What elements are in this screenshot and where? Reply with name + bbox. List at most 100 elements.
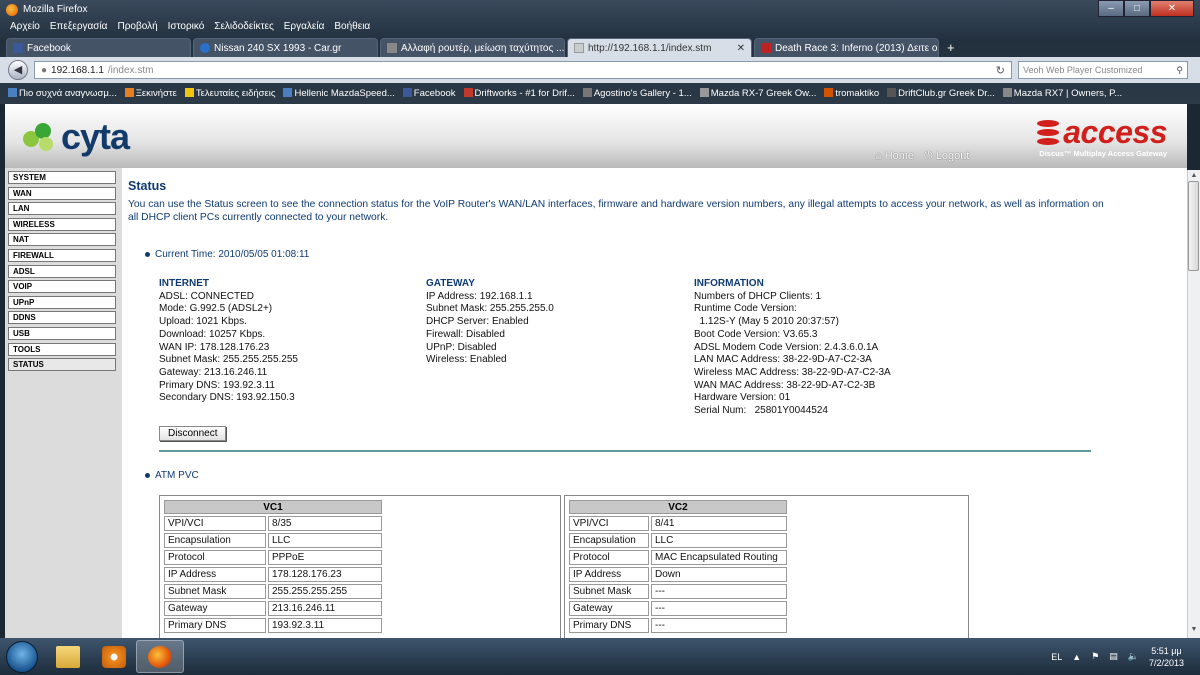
sidebar-item-wireless[interactable]: WIRELESS: [8, 217, 116, 231]
network-icon[interactable]: ▤: [1109, 651, 1118, 662]
info-line: Secondary DNS: 193.92.150.3: [159, 392, 295, 404]
table-row: VPI/VCI 8/41: [569, 516, 787, 531]
tab-router-forum[interactable]: Αλλαφή ρουτέρ, μείωση ταχύτητος ...: [380, 38, 565, 57]
show-hidden-icons-icon[interactable]: ▲: [1072, 652, 1081, 662]
bookmark-item[interactable]: Mazda RX7 | Owners, P...: [1002, 88, 1122, 99]
sidebar-item-ddns[interactable]: DDNS: [8, 311, 116, 325]
current-time-text: Current Time: 2010/05/05 01:08:11: [155, 249, 310, 260]
section-divider: [159, 450, 1091, 452]
search-input[interactable]: Veoh Web Player Customized ⚲: [1018, 61, 1188, 79]
bookmark-item[interactable]: Τελευταίες ειδήσεις: [184, 88, 275, 99]
tab-facebook[interactable]: Facebook: [6, 38, 191, 57]
menu-edit[interactable]: Επεξεργασία: [50, 21, 108, 35]
page-icon: [574, 43, 584, 53]
bookmark-item[interactable]: Mazda RX-7 Greek Ow...: [699, 88, 816, 99]
close-button[interactable]: ✕: [1150, 0, 1194, 17]
back-button[interactable]: ◀: [8, 60, 28, 80]
sidebar-item-lan[interactable]: LAN: [8, 202, 116, 216]
bookmark-item[interactable]: Agostino's Gallery - 1...: [582, 88, 692, 99]
table-row: VPI/VCI 8/35: [164, 516, 382, 531]
folder-icon: [56, 645, 80, 668]
table-row: Gateway ---: [569, 601, 787, 616]
taskbar-media-player[interactable]: [90, 640, 138, 673]
firefox-icon: [6, 3, 18, 16]
window-title: Mozilla Firefox: [23, 4, 88, 15]
info-line: Wireless MAC Address: 38-22-9D-A7-C2-3A: [694, 366, 891, 378]
bookmark-item[interactable]: Hellenic MazdaSpeed...: [283, 88, 395, 99]
menu-history[interactable]: Ιστορικό: [168, 21, 205, 35]
tab-router-status[interactable]: http://192.168.1.1/index.stm ✕: [567, 38, 752, 57]
bookmark-item[interactable]: DriftClub.gr Greek Dr...: [887, 88, 995, 99]
info-line: Wireless: Enabled: [426, 354, 507, 366]
facebook-icon: [13, 43, 23, 53]
access-brand: access: [1063, 114, 1167, 150]
page-title: Status: [128, 179, 167, 193]
info-line: ADSL Modem Code Version: 2.4.3.6.0.1A: [694, 341, 879, 353]
tab-death-race[interactable]: Death Race 3: Inferno (2013) Δειτε onl..…: [754, 38, 939, 57]
table-row: Subnet Mask ---: [569, 584, 787, 599]
info-line: Download: 10257 Kbps.: [159, 328, 266, 340]
table-row: Protocol MAC Encapsulated Routing: [569, 550, 787, 565]
sidebar-item-status[interactable]: STATUS: [8, 358, 116, 372]
globe-icon: ●: [41, 64, 48, 76]
info-line: WAN IP: 178.128.176.23: [159, 341, 270, 353]
vc1-title: VC1: [164, 500, 382, 514]
sidebar-item-nat[interactable]: NAT: [8, 233, 116, 247]
scrollbar-thumb[interactable]: [1188, 181, 1199, 271]
information-section: INFORMATION Numbers of DHCP Clients: 1 R…: [694, 278, 891, 418]
maximize-button[interactable]: □: [1124, 0, 1150, 17]
bookmark-item[interactable]: Driftworks - #1 for Drif...: [463, 88, 575, 99]
tab-label: Αλλαφή ρουτέρ, μείωση ταχύτητος ...: [401, 42, 565, 54]
bookmark-item[interactable]: Facebook: [402, 88, 456, 99]
sidebar-item-upnp[interactable]: UPnP: [8, 295, 116, 309]
menu-tools[interactable]: Εργαλεία: [284, 21, 325, 35]
current-time: Current Time: 2010/05/05 01:08:11: [145, 249, 309, 260]
sidebar-item-tools[interactable]: TOOLS: [8, 342, 116, 356]
sidebar-item-adsl[interactable]: ADSL: [8, 264, 116, 278]
bookmark-item[interactable]: tromaktiko: [824, 88, 879, 99]
access-subtitle: Discus™ Multiplay Access Gateway: [1039, 149, 1167, 158]
menu-bookmarks[interactable]: Σελιδοδείκτες: [214, 21, 273, 35]
taskbar-explorer[interactable]: [44, 640, 92, 673]
sidebar-item-wan[interactable]: WAN: [8, 186, 116, 200]
bookmark-item[interactable]: Πιο συχνά αναγνωσμ...: [8, 88, 117, 99]
page-viewport: cyta ⌂ Home ⏻ Logout access Discus™ Mult…: [5, 104, 1187, 638]
sidebar-item-firewall[interactable]: FIREWALL: [8, 248, 116, 262]
taskbar: EL ▲ ⚑ ▤ 🔈 5:51 μμ 7/2/2013: [0, 638, 1200, 675]
logout-link[interactable]: ⏻ Logout: [924, 150, 969, 163]
tab-label: Facebook: [27, 42, 71, 54]
info-line: Runtime Code Version:: [694, 303, 797, 315]
scroll-down-icon[interactable]: ▼: [1189, 626, 1199, 636]
disconnect-button[interactable]: Disconnect: [159, 426, 227, 441]
info-line: 1.12S-Y (May 5 2010 20:37:57): [694, 316, 839, 328]
home-link[interactable]: ⌂ Home: [875, 150, 914, 163]
flag-icon[interactable]: ⚑: [1091, 651, 1099, 662]
address-bar[interactable]: ● 192.168.1.1/index.stm ↻: [34, 61, 1012, 79]
sidebar-item-usb[interactable]: USB: [8, 326, 116, 340]
menu-help[interactable]: Βοήθεια: [334, 21, 370, 35]
search-icon[interactable]: ⚲: [1176, 65, 1183, 76]
tab-car-gr[interactable]: Nissan 240 SX 1993 - Car.gr: [193, 38, 378, 57]
url-host: 192.168.1.1: [51, 64, 104, 76]
clock[interactable]: 5:51 μμ 7/2/2013: [1149, 645, 1184, 669]
new-tab-button[interactable]: +: [941, 39, 961, 57]
taskbar-firefox[interactable]: [136, 640, 184, 673]
info-line: Subnet Mask: 255.255.255.0: [426, 303, 554, 315]
cyta-brand: cyta: [61, 116, 130, 157]
minimize-button[interactable]: –: [1098, 0, 1124, 17]
refresh-icon[interactable]: ↻: [996, 64, 1005, 77]
volume-icon[interactable]: 🔈: [1128, 651, 1139, 662]
language-indicator[interactable]: EL: [1051, 652, 1062, 662]
menu-view[interactable]: Προβολή: [117, 21, 157, 35]
info-line: Mode: G.992.5 (ADSL2+): [159, 303, 273, 315]
info-line: Primary DNS: 193.92.3.11: [159, 379, 275, 391]
sidebar-item-system[interactable]: SYSTEM: [8, 171, 116, 184]
vc1-panel: VC1 VPI/VCI 8/35 Encapsulation LLC Protoco…: [159, 495, 561, 638]
info-line: Hardware Version: 01: [694, 392, 791, 404]
sidebar-item-voip[interactable]: VOIP: [8, 280, 116, 294]
menu-file[interactable]: Αρχείο: [10, 21, 40, 35]
table-row: IP Address Down: [569, 567, 787, 582]
close-tab-icon[interactable]: ✕: [737, 43, 745, 54]
start-button[interactable]: [6, 641, 38, 673]
bookmark-item[interactable]: Ξεκινήστε: [124, 88, 177, 99]
